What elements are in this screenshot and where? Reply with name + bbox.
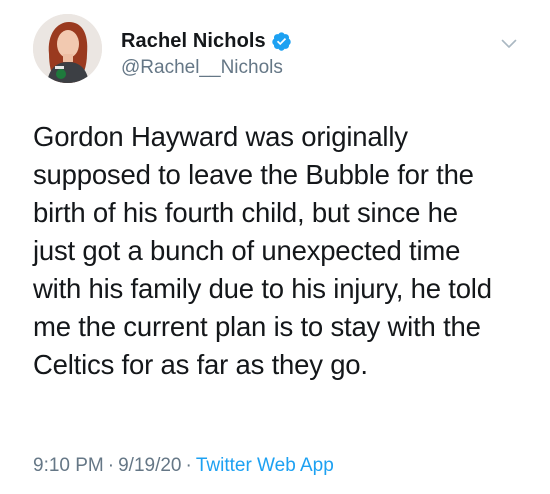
user-info: Rachel Nichols @Rachel__Nichols xyxy=(121,28,292,79)
avatar[interactable] xyxy=(33,14,102,83)
user-handle[interactable]: @Rachel__Nichols xyxy=(121,57,292,79)
chevron-down-icon[interactable] xyxy=(501,36,517,48)
tweet-meta: 9:10 PM · 9/19/20 · Twitter Web App xyxy=(33,455,334,477)
display-name[interactable]: Rachel Nichols xyxy=(121,30,266,53)
tweet-time[interactable]: 9:10 PM xyxy=(33,455,104,476)
tweet-header: Rachel Nichols @Rachel__Nichols xyxy=(33,14,523,84)
tweet-source-link[interactable]: Twitter Web App xyxy=(196,455,334,476)
meta-separator: · xyxy=(107,455,115,476)
verified-badge-icon xyxy=(271,31,292,52)
name-row: Rachel Nichols xyxy=(121,28,292,54)
tweet-text: Gordon Hayward was originally supposed t… xyxy=(33,121,492,380)
avatar-image xyxy=(33,14,102,83)
tweet-card: Rachel Nichols @Rachel__Nichols Gordon H… xyxy=(0,0,550,494)
meta-separator: · xyxy=(185,455,192,476)
tweet-date[interactable]: 9/19/20 xyxy=(118,455,181,476)
